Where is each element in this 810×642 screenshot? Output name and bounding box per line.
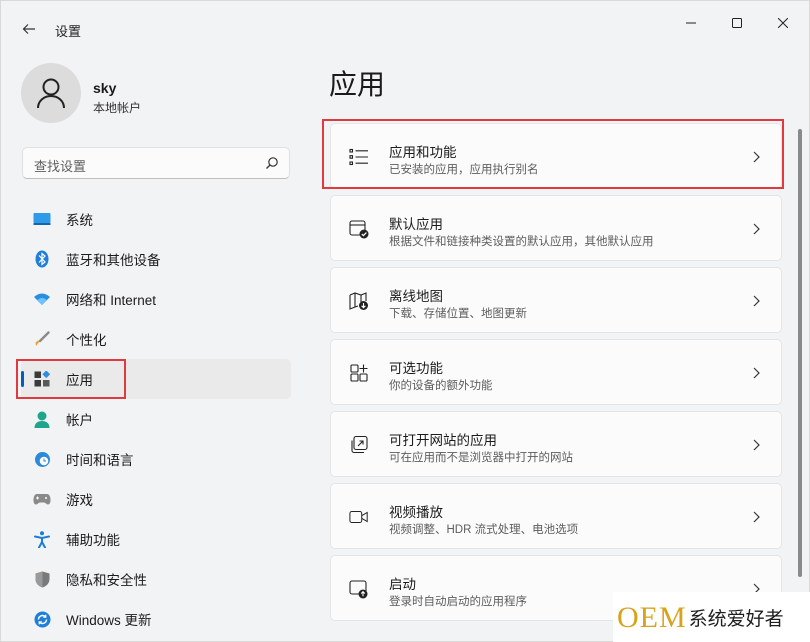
- account-icon: [33, 410, 51, 428]
- brush-icon: [33, 330, 51, 348]
- update-icon: [33, 610, 51, 628]
- optional-features-icon: [349, 363, 369, 383]
- minimize-button[interactable]: [671, 9, 711, 37]
- sidebar-item-label: 系统: [66, 213, 93, 228]
- sidebar-item-accessibility[interactable]: 辅助功能: [21, 519, 291, 559]
- sidebar-item-label: 帐户: [66, 413, 93, 428]
- back-arrow-icon: [22, 24, 35, 34]
- apps-settings-list: 应用和功能 已安装的应用，应用执行别名 默认应用 根据文件和链接种类设置的默认应…: [330, 123, 782, 627]
- sidebar-item-personalization[interactable]: 个性化: [21, 319, 291, 359]
- sidebar-item-label: 隐私和安全性: [66, 573, 147, 588]
- search-icon: [266, 157, 278, 169]
- sidebar-item-accounts[interactable]: 帐户: [21, 399, 291, 439]
- sidebar-item-label: 网络和 Internet: [66, 293, 157, 308]
- sidebar-nav: 系统 蓝牙和其他设备 网络和 Internet 个性化 应用 帐户 时间和语言: [21, 199, 291, 639]
- sidebar-item-label: 蓝牙和其他设备: [66, 253, 161, 268]
- card-video-playback[interactable]: 视频播放 视频调整、HDR 流式处理、电池选项: [330, 483, 782, 549]
- video-playback-icon: [349, 507, 369, 527]
- back-button[interactable]: [15, 15, 43, 43]
- watermark-brand: OEM: [617, 600, 687, 634]
- scrollbar[interactable]: [798, 129, 802, 577]
- close-button[interactable]: [763, 9, 803, 37]
- sidebar-item-system[interactable]: 系统: [21, 199, 291, 239]
- sidebar-item-network[interactable]: 网络和 Internet: [21, 279, 291, 319]
- highlight-box-apps-features: [322, 119, 784, 189]
- avatar: [21, 63, 81, 123]
- card-title: 离线地图: [389, 289, 443, 304]
- apps-for-websites-icon: [349, 435, 369, 455]
- shield-icon: [33, 570, 51, 588]
- card-apps-for-websites[interactable]: 可打开网站的应用 可在应用而不是浏览器中打开的网站: [330, 411, 782, 477]
- chevron-right-icon: [753, 511, 760, 523]
- watermark: OEM 系统爱好者: [613, 592, 810, 642]
- chevron-right-icon: [753, 439, 760, 451]
- bluetooth-icon: [33, 250, 51, 268]
- app-title: 设置: [55, 24, 82, 39]
- card-description: 根据文件和链接种类设置的默认应用，其他默认应用: [389, 236, 654, 248]
- chevron-right-icon: [753, 367, 760, 379]
- system-icon: [33, 210, 51, 228]
- sidebar-item-gaming[interactable]: 游戏: [21, 479, 291, 519]
- maximize-icon: [732, 18, 742, 28]
- card-title: 启动: [389, 577, 416, 592]
- card-default-apps[interactable]: 默认应用 根据文件和链接种类设置的默认应用，其他默认应用: [330, 195, 782, 261]
- sidebar-item-label: 游戏: [66, 493, 93, 508]
- card-description: 下载、存储位置、地图更新: [389, 308, 527, 320]
- chevron-right-icon: [753, 295, 760, 307]
- search-input[interactable]: 查找设置: [22, 147, 290, 179]
- close-icon: [778, 18, 788, 28]
- card-description: 登录时自动启动的应用程序: [389, 596, 527, 608]
- default-apps-icon: [349, 219, 369, 239]
- startup-icon: [349, 579, 369, 599]
- page-title: 应用: [329, 69, 386, 100]
- sidebar-item-label: 个性化: [66, 333, 107, 348]
- sidebar-item-privacy[interactable]: 隐私和安全性: [21, 559, 291, 599]
- card-title: 默认应用: [389, 217, 443, 232]
- card-optional-features[interactable]: 可选功能 你的设备的额外功能: [330, 339, 782, 405]
- card-title: 可选功能: [389, 361, 443, 376]
- sidebar-item-label: 辅助功能: [66, 533, 120, 548]
- card-description: 视频调整、HDR 流式处理、电池选项: [389, 524, 579, 536]
- minimize-icon: [686, 22, 696, 24]
- sidebar-item-bluetooth[interactable]: 蓝牙和其他设备: [21, 239, 291, 279]
- sidebar-item-label: 时间和语言: [66, 453, 134, 468]
- account-type: 本地帐户: [93, 101, 142, 115]
- user-icon: [37, 78, 65, 109]
- card-offline-maps[interactable]: 离线地图 下载、存储位置、地图更新: [330, 267, 782, 333]
- settings-window: 设置 sky 本地帐户 查找设置 系统 蓝牙和其他设备 网络和 Internet…: [0, 0, 810, 642]
- maximize-button[interactable]: [717, 9, 757, 37]
- user-name: sky: [93, 80, 117, 96]
- gaming-icon: [33, 490, 51, 508]
- sidebar-item-label: Windows 更新: [66, 613, 152, 628]
- search-placeholder: 查找设置: [34, 159, 87, 174]
- watermark-text: 系统爱好者: [688, 609, 784, 630]
- card-description: 你的设备的额外功能: [389, 380, 493, 392]
- card-title: 可打开网站的应用: [389, 433, 497, 448]
- network-icon: [33, 290, 51, 308]
- accessibility-icon: [33, 530, 51, 548]
- chevron-right-icon: [753, 223, 760, 235]
- sidebar-item-windows-update[interactable]: Windows 更新: [21, 599, 291, 639]
- time-language-icon: [33, 450, 51, 468]
- user-profile[interactable]: sky 本地帐户: [21, 63, 281, 125]
- title-bar: 设置: [1, 1, 809, 45]
- sidebar-item-time-language[interactable]: 时间和语言: [21, 439, 291, 479]
- highlight-box-apps-nav: [16, 359, 126, 399]
- card-description: 可在应用而不是浏览器中打开的网站: [389, 452, 573, 464]
- offline-maps-icon: [349, 291, 369, 311]
- card-title: 视频播放: [389, 505, 443, 520]
